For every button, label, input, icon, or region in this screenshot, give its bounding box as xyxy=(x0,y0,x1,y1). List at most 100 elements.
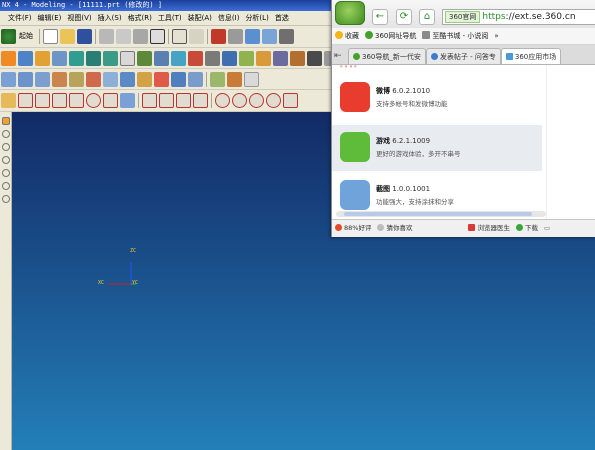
menu-tools[interactable]: 工具(T) xyxy=(155,11,185,26)
point-icon[interactable] xyxy=(215,93,230,108)
trim-curve-icon[interactable] xyxy=(266,93,281,108)
undo-icon[interactable] xyxy=(172,29,187,44)
menu-preferences[interactable]: 首选 xyxy=(272,11,292,26)
circle-icon[interactable] xyxy=(86,93,101,108)
extension-icon[interactable] xyxy=(171,72,186,87)
offset-surface-icon[interactable] xyxy=(120,72,135,87)
menu-file[interactable]: 文件(F) xyxy=(0,11,35,26)
more-favorites-button[interactable]: » xyxy=(491,28,501,44)
bridge-icon[interactable] xyxy=(86,72,101,87)
fav-link-360nav[interactable]: 360网址导航 xyxy=(362,28,419,44)
point-set-icon[interactable] xyxy=(232,93,247,108)
through-mesh-icon[interactable] xyxy=(35,72,50,87)
tab-scroll-icon[interactable]: ⇤ xyxy=(334,48,346,64)
site-badge[interactable]: 360官网 xyxy=(445,11,481,23)
delete-icon[interactable] xyxy=(150,29,165,44)
list-item-weibo[interactable]: 微博 6.0.2.1010 支持多帐号和发微博功能 xyxy=(332,75,542,121)
chat-icon[interactable]: ▭ xyxy=(541,220,553,237)
refresh-button[interactable]: ⟳ xyxy=(396,9,412,25)
replay-icon[interactable] xyxy=(244,72,259,87)
copy-icon[interactable] xyxy=(116,29,131,44)
part-navigator-icon[interactable] xyxy=(2,130,10,138)
sew-icon[interactable] xyxy=(137,72,152,87)
mirror-icon[interactable] xyxy=(307,51,322,66)
fit-view-icon[interactable] xyxy=(211,29,226,44)
line-tangent-icon[interactable] xyxy=(52,93,67,108)
arc-3pt-icon[interactable] xyxy=(142,93,157,108)
unite-icon[interactable] xyxy=(188,51,203,66)
reuse-library-icon[interactable] xyxy=(2,156,10,164)
line-icon[interactable] xyxy=(18,93,33,108)
start-button[interactable]: 起始 xyxy=(17,29,37,44)
save-icon[interactable] xyxy=(77,29,92,44)
revolve-icon[interactable] xyxy=(35,51,50,66)
tab-post[interactable]: 发表帖子 - 问答专 xyxy=(425,48,501,64)
menu-view[interactable]: 视图(V) xyxy=(64,11,94,26)
tab-360nav[interactable]: 360导航_新一代安 xyxy=(348,48,426,64)
intersect-icon[interactable] xyxy=(222,51,237,66)
rating-button[interactable]: 88%好评 xyxy=(332,220,374,237)
roles-icon[interactable] xyxy=(2,182,10,190)
quilt-icon[interactable] xyxy=(188,72,203,87)
move-feature-icon[interactable] xyxy=(227,72,242,87)
boss-icon[interactable] xyxy=(69,51,84,66)
sphere-icon[interactable] xyxy=(171,51,186,66)
thicken-icon[interactable] xyxy=(154,72,169,87)
fav-link-books[interactable]: 至酷书城 - 小说阅 xyxy=(419,28,491,44)
offset-curve-icon[interactable] xyxy=(283,93,298,108)
web-browser-icon[interactable] xyxy=(2,169,10,177)
menu-assembly[interactable]: 装配(A) xyxy=(185,11,215,26)
doctor-button[interactable]: 浏览器医生 xyxy=(465,220,513,237)
fillet-icon[interactable] xyxy=(159,93,174,108)
zoom-icon[interactable] xyxy=(245,29,260,44)
edit-feature-icon[interactable] xyxy=(210,72,225,87)
menu-format[interactable]: 格式(R) xyxy=(125,11,155,26)
magnify-icon[interactable] xyxy=(262,29,277,44)
tab-app-market[interactable]: 360应用市场 xyxy=(500,48,562,64)
trim-icon[interactable] xyxy=(290,51,305,66)
paste-icon[interactable] xyxy=(133,29,148,44)
favorites-button[interactable]: 收藏 xyxy=(332,28,362,44)
corner-icon[interactable] xyxy=(176,93,191,108)
menu-info[interactable]: 信息(I) xyxy=(215,11,243,26)
zoom-window-icon[interactable] xyxy=(228,29,243,44)
cylinder-icon[interactable] xyxy=(137,51,152,66)
snap-icon[interactable] xyxy=(249,93,264,108)
back-button[interactable]: ← xyxy=(372,9,388,25)
guess-button[interactable]: 猜你喜欢 xyxy=(374,220,415,237)
sketch-icon[interactable] xyxy=(1,51,16,66)
list-item-game[interactable]: 游戏 6.2.1.1009 更好的游戏体验，多开不串号 xyxy=(332,125,542,171)
address-bar[interactable]: 360官网 https://ext.se.360.cn xyxy=(442,9,595,25)
chamfer-curve-icon[interactable] xyxy=(193,93,208,108)
arc-icon[interactable] xyxy=(35,93,50,108)
select-icon[interactable] xyxy=(189,29,204,44)
history-icon[interactable] xyxy=(2,143,10,151)
horizontal-scrollbar[interactable] xyxy=(336,211,546,217)
edge-blend-icon[interactable] xyxy=(239,51,254,66)
pocket-icon[interactable] xyxy=(86,51,101,66)
scrollbar-thumb[interactable] xyxy=(344,212,532,216)
menu-analysis[interactable]: 分析(L) xyxy=(242,11,271,26)
grid-icon[interactable] xyxy=(120,93,135,108)
n-sided-icon[interactable] xyxy=(103,72,118,87)
menu-edit[interactable]: 编辑(E) xyxy=(35,11,65,26)
system-materials-icon[interactable] xyxy=(2,195,10,203)
hole-icon[interactable] xyxy=(52,51,67,66)
shell-icon[interactable] xyxy=(273,51,288,66)
download-button[interactable]: 下载 xyxy=(513,220,541,237)
rotate-icon[interactable] xyxy=(279,29,294,44)
line-perp-icon[interactable] xyxy=(69,93,84,108)
pad-icon[interactable] xyxy=(103,51,118,66)
section-icon[interactable] xyxy=(69,72,84,87)
cone-icon[interactable] xyxy=(154,51,169,66)
assembly-navigator-icon[interactable] xyxy=(2,117,10,125)
block-icon[interactable] xyxy=(120,51,135,66)
menu-insert[interactable]: 插入(S) xyxy=(95,11,125,26)
through-curves-icon[interactable] xyxy=(18,72,33,87)
start-icon[interactable] xyxy=(1,29,16,44)
extrude-icon[interactable] xyxy=(18,51,33,66)
home-button[interactable]: ⌂ xyxy=(419,9,435,25)
cut-icon[interactable] xyxy=(99,29,114,44)
swept-icon[interactable] xyxy=(52,72,67,87)
open-folder-icon[interactable] xyxy=(60,29,75,44)
